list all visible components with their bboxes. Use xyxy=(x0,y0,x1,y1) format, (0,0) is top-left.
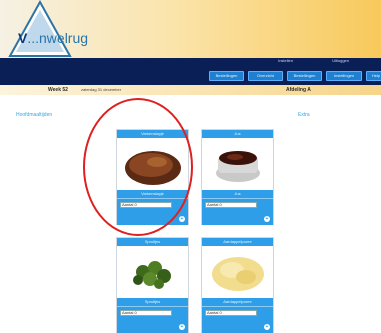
gravy-image xyxy=(216,151,260,182)
product-name: Spruitjes xyxy=(117,298,188,306)
product-footer: Aantal 0 + xyxy=(117,198,188,225)
product-card[interactable]: Aardappelpuree Aardappelpuree Aantal 0 + xyxy=(201,237,274,333)
quantity-field[interactable]: Aantal 0 xyxy=(120,202,172,208)
main-navigation: Instellen Uitloggen Bestellingen Overzic… xyxy=(0,58,381,85)
product-image xyxy=(202,138,273,190)
app-window: V...nwelrug Instellen Uitloggen Bestelli… xyxy=(0,0,381,333)
product-name: Jus xyxy=(202,190,273,198)
product-card-header: Aardappelpuree xyxy=(202,238,273,246)
product-card-header: Spruitjes xyxy=(117,238,188,246)
week-date: zaterdag 31 december xyxy=(81,87,122,92)
department-label: Afdeling A xyxy=(286,87,311,93)
main-content: Hoofdmaaltijden Extra xyxy=(0,95,381,333)
product-card[interactable]: Varkenslapje Varkenslapje Aantal 0 + xyxy=(116,129,189,225)
product-card-header: Jus xyxy=(202,130,273,138)
product-card-header: Varkenslapje xyxy=(117,130,188,138)
mashed-potato-image xyxy=(212,257,264,291)
pork-chop-image xyxy=(125,151,181,185)
add-icon[interactable]: + xyxy=(264,324,270,330)
sprouts-image xyxy=(133,261,171,289)
nav-button-orders[interactable]: Bestellingen xyxy=(209,71,244,81)
product-footer: Aantal 0 + xyxy=(117,306,188,333)
product-footer: Aantal 0 + xyxy=(202,306,273,333)
product-image xyxy=(117,138,188,190)
product-footer: Aantal 0 + xyxy=(202,198,273,225)
week-label: Week 52 xyxy=(48,87,68,93)
section-title-main-meals: Hoofdmaaltijden xyxy=(16,112,53,118)
add-icon[interactable]: + xyxy=(179,324,185,330)
product-card[interactable]: Jus Jus Aantal 0 + xyxy=(201,129,274,225)
product-name: Varkenslapje xyxy=(117,190,188,198)
nav-button-orders-2[interactable]: Bestellingen xyxy=(287,71,322,81)
week-bar: Week 52 zaterdag 31 december Afdeling A xyxy=(0,85,381,95)
quantity-field[interactable]: Aantal 0 xyxy=(120,310,172,316)
add-icon[interactable]: + xyxy=(179,216,185,222)
logo-name: ...nwelrug xyxy=(27,30,89,46)
product-card[interactable]: Spruitjes Spruitjes Aantal 0 + xyxy=(116,237,189,333)
logo-icon xyxy=(8,0,72,57)
quantity-field[interactable]: Aantal 0 xyxy=(205,202,257,208)
site-header: V...nwelrug xyxy=(0,0,381,58)
nav-button-overview[interactable]: Overzicht xyxy=(248,71,283,81)
section-title-extra: Extra xyxy=(298,112,310,118)
logo-prefix: V xyxy=(18,30,28,46)
top-link-settings[interactable]: Instellen xyxy=(278,58,293,63)
nav-button-help[interactable]: Help xyxy=(366,71,381,81)
product-name: Aardappelpuree xyxy=(202,298,273,306)
logo-wordmark[interactable]: V...nwelrug xyxy=(18,30,88,46)
quantity-field[interactable]: Aantal 0 xyxy=(205,310,257,316)
nav-button-settings[interactable]: Instellingen xyxy=(326,71,362,81)
top-link-logout[interactable]: Uitloggen xyxy=(332,58,349,63)
product-image xyxy=(117,246,188,298)
product-image xyxy=(202,246,273,298)
add-icon[interactable]: + xyxy=(264,216,270,222)
